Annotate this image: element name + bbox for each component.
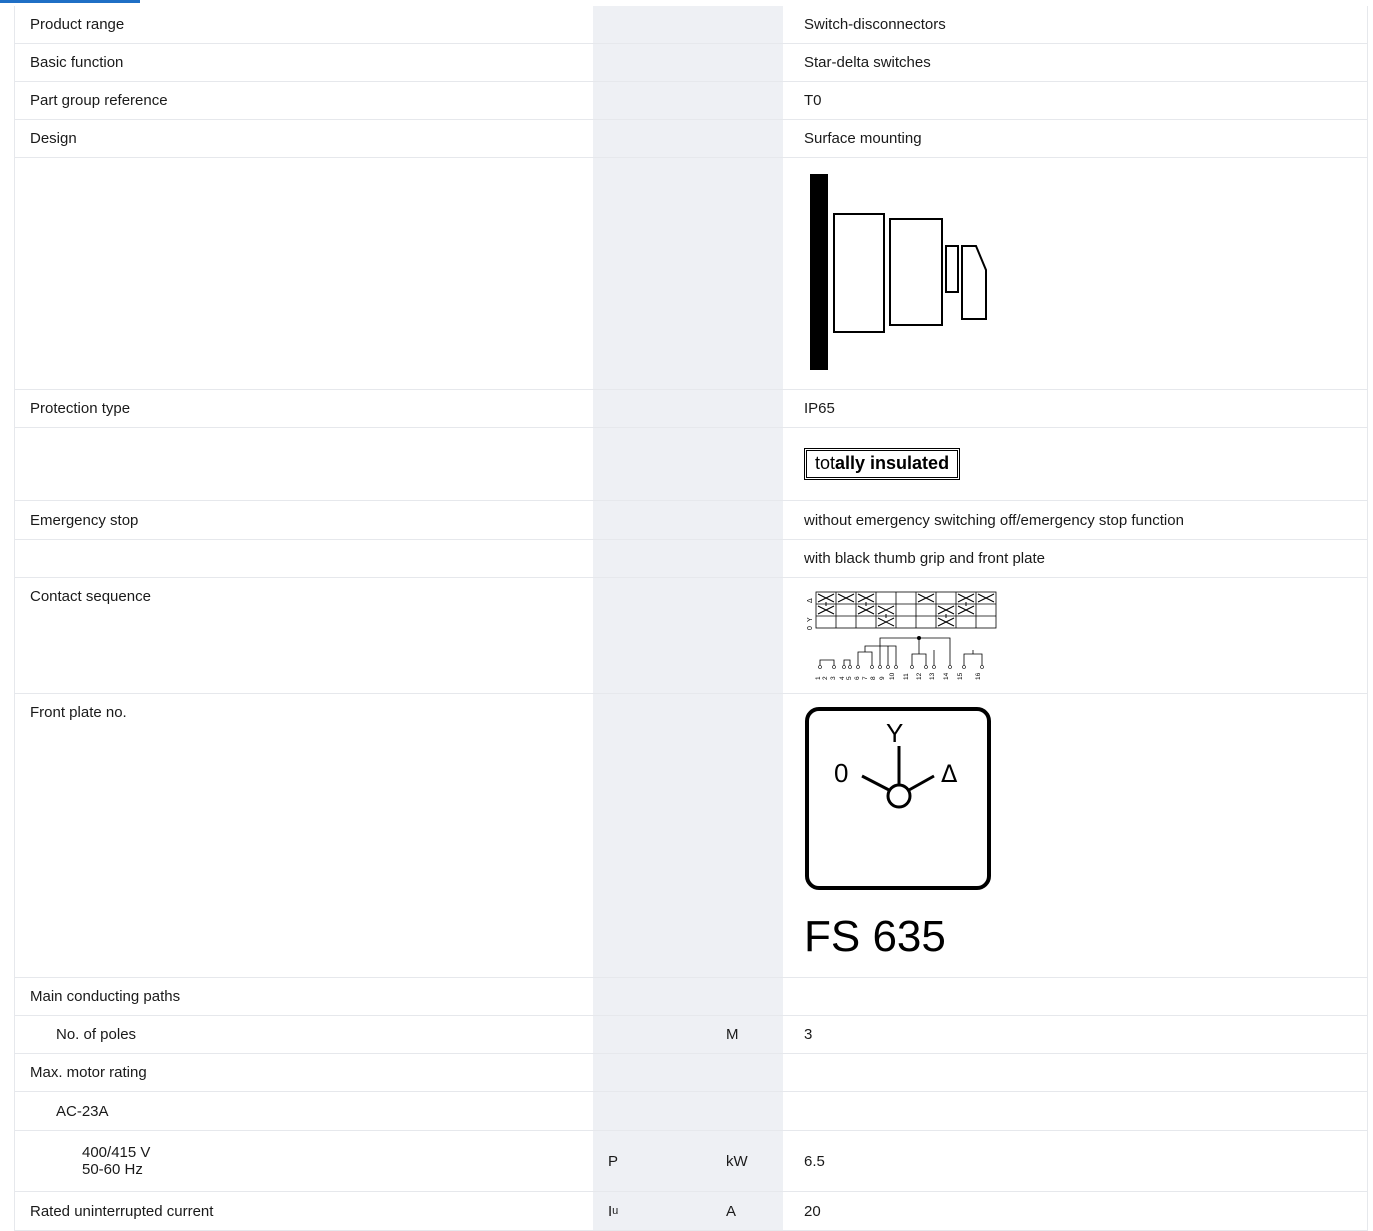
svg-text:8: 8 — [870, 676, 877, 680]
svg-text:16: 16 — [975, 672, 982, 680]
row-label-voltage: 400/415 V — [82, 1144, 151, 1161]
table-row: 400/415 V 50-60 Hz P kW 6.5 — [14, 1131, 1367, 1192]
row-symbol: P — [608, 1152, 619, 1170]
row-label: Design — [30, 130, 77, 147]
front-plate-row: Front plate no. Y 0 Δ FS 635 — [14, 694, 1367, 978]
totally-insulated-badge: totally insulated — [804, 448, 961, 480]
front-plate-diagram: Y 0 Δ FS 635 — [804, 707, 991, 961]
row-value: T0 — [804, 92, 822, 109]
surface-mounting-diagram — [810, 174, 987, 370]
design-image-row — [14, 158, 1367, 390]
table-row: Basic function Star-delta switches — [14, 44, 1367, 82]
svg-text:Δ: Δ — [807, 598, 814, 603]
row-label: Basic function — [30, 54, 124, 71]
row-label: AC-23A — [56, 1102, 109, 1120]
insulation-row: totally insulated — [14, 428, 1367, 501]
table-row: Part group reference T0 — [14, 82, 1367, 120]
row-label-frequency: 50-60 Hz — [82, 1161, 143, 1178]
row-label: No. of poles — [56, 1026, 137, 1043]
svg-text:10: 10 — [889, 672, 896, 680]
row-label: Protection type — [30, 400, 131, 417]
table-row: Main conducting paths — [14, 978, 1367, 1016]
svg-text:7: 7 — [862, 676, 869, 680]
svg-text:0: 0 — [834, 758, 848, 788]
row-unit: A — [726, 1202, 737, 1220]
contact-sequence-diagram: 0 Y Δ 1 2 3 4 5 6 7 8 9 10 11 12 13 14 1… — [807, 591, 997, 680]
row-unit: M — [726, 1026, 739, 1043]
row-label: Part group reference — [30, 92, 168, 109]
row-value: 20 — [804, 1202, 821, 1220]
row-value: IP65 — [804, 400, 835, 417]
svg-text:11: 11 — [903, 673, 910, 680]
contact-sequence-row: Contact sequence 0 Y Δ 1 2 3 4 5 6 7 8 9… — [14, 578, 1367, 694]
svg-text:3: 3 — [830, 676, 837, 680]
row-value: Star-delta switches — [804, 54, 931, 71]
svg-text:2: 2 — [822, 676, 829, 680]
row-label: Front plate no. — [30, 704, 127, 721]
svg-text:14: 14 — [943, 672, 950, 680]
row-value: 6.5 — [804, 1152, 825, 1170]
row-label: Contact sequence — [30, 588, 151, 605]
table-row: AC-23A — [14, 1092, 1367, 1131]
svg-text:Δ: Δ — [941, 760, 958, 788]
table-row: No. of poles M 3 — [14, 1016, 1367, 1054]
row-label: Emergency stop — [30, 511, 139, 529]
table-row: Protection type IP65 — [14, 390, 1367, 428]
row-label: Product range — [30, 16, 125, 33]
row-value: with black thumb grip and front plate — [804, 550, 1045, 567]
svg-text:13: 13 — [929, 672, 936, 680]
row-value: 3 — [804, 1026, 813, 1043]
table-row: with black thumb grip and front plate — [14, 540, 1367, 578]
table-row: Emergency stop without emergency switchi… — [14, 501, 1367, 540]
table-row: Design Surface mounting — [14, 120, 1367, 158]
row-unit: kW — [726, 1152, 748, 1170]
row-value: without emergency switching off/emergenc… — [804, 511, 1184, 529]
svg-text:4: 4 — [839, 676, 846, 680]
svg-text:5: 5 — [846, 676, 853, 680]
row-label: Max. motor rating — [30, 1064, 147, 1081]
svg-text:15: 15 — [957, 672, 964, 680]
svg-text:0: 0 — [807, 626, 814, 630]
row-value: Switch-disconnectors — [804, 16, 946, 33]
front-plate-code: FS 635 — [804, 912, 946, 961]
row-value: Surface mounting — [804, 130, 922, 147]
svg-text:12: 12 — [916, 672, 923, 680]
table-row: Product range Switch-disconnectors — [14, 6, 1367, 44]
svg-text:Y: Y — [886, 718, 903, 748]
row-label: Main conducting paths — [30, 988, 181, 1005]
table-row: Max. motor rating — [14, 1054, 1367, 1092]
svg-text:1: 1 — [815, 676, 822, 680]
svg-text:9: 9 — [879, 676, 886, 680]
row-label: Rated uninterrupted current — [30, 1202, 214, 1220]
svg-text:Y: Y — [807, 617, 814, 622]
row-symbol: Iu — [608, 1202, 619, 1220]
svg-text:6: 6 — [854, 676, 861, 680]
table-row: Rated uninterrupted current Iu A 20 — [14, 1192, 1367, 1231]
